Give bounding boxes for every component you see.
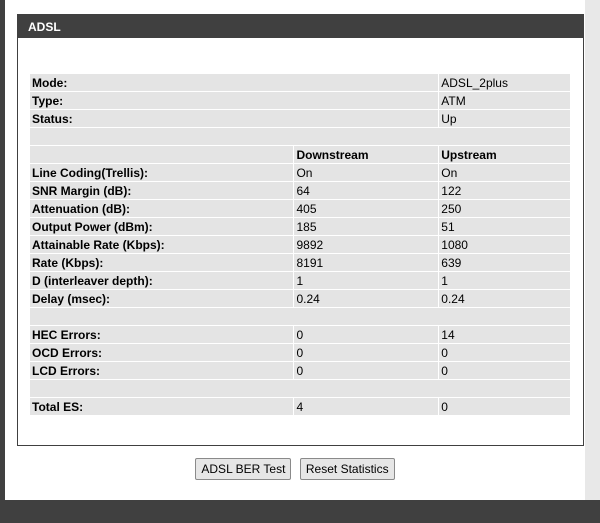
column-header-row: Downstream Upstream	[30, 146, 570, 163]
attainable-rate-down: 9892	[294, 236, 439, 253]
adsl-stats-table: Mode: ADSL_2plus Type: ATM Status: Up Do…	[29, 73, 571, 416]
total-es-down: 4	[294, 398, 439, 415]
attainable-rate-up: 1080	[439, 236, 570, 253]
attenuation-up: 250	[439, 200, 570, 217]
table-row: Mode: ADSL_2plus	[30, 74, 570, 91]
type-label: Type:	[30, 92, 439, 109]
table-row: Attainable Rate (Kbps): 9892 1080	[30, 236, 570, 253]
spacer-row	[30, 380, 570, 397]
hec-errors-up: 14	[439, 326, 570, 343]
rate-down: 8191	[294, 254, 439, 271]
table-row: Line Coding(Trellis): On On	[30, 164, 570, 181]
status-label: Status:	[30, 110, 439, 127]
line-coding-label: Line Coding(Trellis):	[30, 164, 294, 181]
spacer-row	[30, 308, 570, 325]
page: ADSL Mode: ADSL_2plus Type: ATM Status: …	[0, 0, 600, 523]
attenuation-label: Attenuation (dB):	[30, 200, 294, 217]
upstream-header: Upstream	[439, 146, 570, 163]
lcd-errors-down: 0	[294, 362, 439, 379]
table-row: Rate (Kbps): 8191 639	[30, 254, 570, 271]
blank-header-cell	[30, 146, 294, 163]
rate-label: Rate (Kbps):	[30, 254, 294, 271]
adsl-status-panel: ADSL Mode: ADSL_2plus Type: ATM Status: …	[17, 14, 584, 446]
table-row: D (interleaver depth): 1 1	[30, 272, 570, 289]
output-power-up: 51	[439, 218, 570, 235]
ocd-errors-up: 0	[439, 344, 570, 361]
lcd-errors-up: 0	[439, 362, 570, 379]
button-row: ADSL BER Test Reset Statistics	[5, 458, 585, 480]
status-value: Up	[439, 110, 570, 127]
downstream-header: Downstream	[294, 146, 439, 163]
interleaver-depth-up: 1	[439, 272, 570, 289]
hec-errors-label: HEC Errors:	[30, 326, 294, 343]
table-row: Type: ATM	[30, 92, 570, 109]
table-row: Attenuation (dB): 405 250	[30, 200, 570, 217]
type-value: ATM	[439, 92, 570, 109]
table-row: OCD Errors: 0 0	[30, 344, 570, 361]
output-power-down: 185	[294, 218, 439, 235]
spacer-row	[30, 128, 570, 145]
ocd-errors-down: 0	[294, 344, 439, 361]
attainable-rate-label: Attainable Rate (Kbps):	[30, 236, 294, 253]
snr-margin-label: SNR Margin (dB):	[30, 182, 294, 199]
line-coding-down: On	[294, 164, 439, 181]
table-row: Output Power (dBm): 185 51	[30, 218, 570, 235]
table-row: Status: Up	[30, 110, 570, 127]
interleaver-depth-down: 1	[294, 272, 439, 289]
reset-statistics-button[interactable]: Reset Statistics	[299, 458, 395, 480]
total-es-up: 0	[439, 398, 570, 415]
delay-label: Delay (msec):	[30, 290, 294, 307]
line-coding-up: On	[439, 164, 570, 181]
interleaver-depth-label: D (interleaver depth):	[30, 272, 294, 289]
attenuation-down: 405	[294, 200, 439, 217]
table-row: Total ES: 4 0	[30, 398, 570, 415]
snr-margin-down: 64	[294, 182, 439, 199]
mode-value: ADSL_2plus	[439, 74, 570, 91]
ocd-errors-label: OCD Errors:	[30, 344, 294, 361]
table-row: SNR Margin (dB): 64 122	[30, 182, 570, 199]
hec-errors-down: 0	[294, 326, 439, 343]
snr-margin-up: 122	[439, 182, 570, 199]
total-es-label: Total ES:	[30, 398, 294, 415]
table-row: LCD Errors: 0 0	[30, 362, 570, 379]
delay-up: 0.24	[439, 290, 570, 307]
content-area: ADSL Mode: ADSL_2plus Type: ATM Status: …	[5, 0, 585, 500]
table-row: HEC Errors: 0 14	[30, 326, 570, 343]
lcd-errors-label: LCD Errors:	[30, 362, 294, 379]
right-scroll-strip	[585, 0, 600, 500]
rate-up: 639	[439, 254, 570, 271]
mode-label: Mode:	[30, 74, 439, 91]
table-row: Delay (msec): 0.24 0.24	[30, 290, 570, 307]
section-title: ADSL	[18, 14, 583, 38]
output-power-label: Output Power (dBm):	[30, 218, 294, 235]
adsl-ber-test-button[interactable]: ADSL BER Test	[195, 458, 292, 480]
delay-down: 0.24	[294, 290, 439, 307]
